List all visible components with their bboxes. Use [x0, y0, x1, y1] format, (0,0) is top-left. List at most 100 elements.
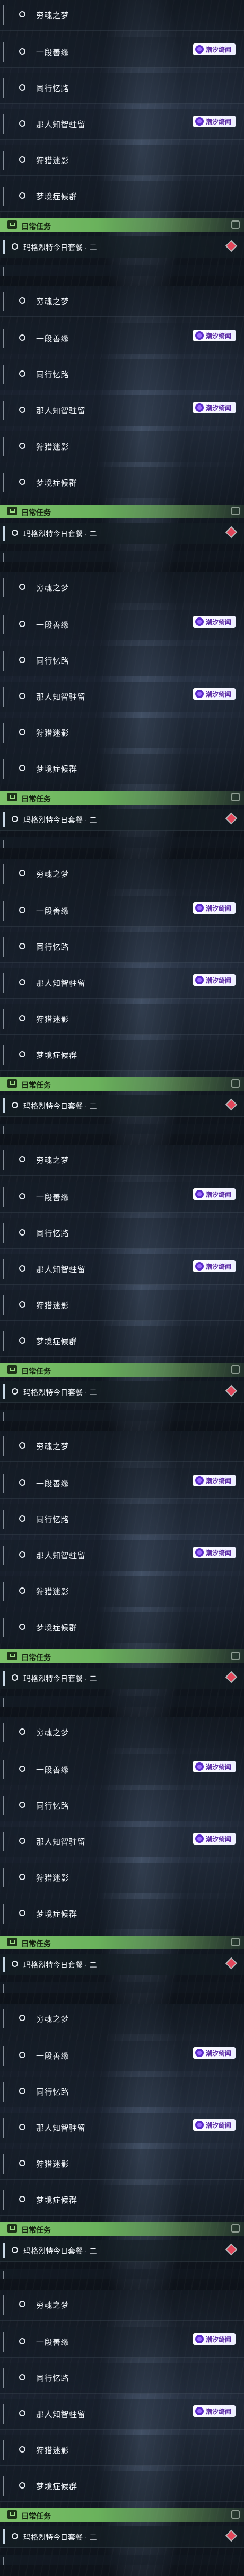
- tidal-tale-icon: [195, 403, 204, 412]
- quest-list-item[interactable]: 狩猎迷影: [0, 718, 244, 748]
- daily-section-header[interactable]: 日常任务: [0, 2222, 244, 2236]
- quest-list-item[interactable]: 梦境症候群: [0, 1899, 244, 1929]
- daily-section-header[interactable]: 日常任务: [0, 1649, 244, 1663]
- quest-list-item[interactable]: 一段善缘 潮汐绮闻: [0, 2327, 244, 2358]
- quest-list-item[interactable]: 狩猎迷影: [0, 2435, 244, 2466]
- quest-list-item[interactable]: 那人知智驻留 潮汐绮闻: [0, 1540, 244, 1571]
- quest-list-item[interactable]: 穷魂之梦: [0, 2290, 244, 2321]
- quest-list-item[interactable]: 同行忆路: [0, 1504, 244, 1535]
- quest-list-item[interactable]: 一段善缘 潮汐绮闻: [0, 1754, 244, 1785]
- row-tick: [3, 365, 4, 384]
- daily-section-header[interactable]: 日常任务: [0, 791, 244, 805]
- quest-list-item[interactable]: 梦境症候群: [0, 1326, 244, 1357]
- quest-ring-icon: [12, 1102, 18, 1108]
- quest-list-item[interactable]: 穷魂之梦: [0, 1717, 244, 1748]
- quest-list-item[interactable]: 那人知智驻留 潮汐绮闻: [0, 1827, 244, 1857]
- daily-quest-item[interactable]: 玛格烈特今日套餐 · 二: [0, 1381, 244, 1403]
- quest-list-item[interactable]: 一段善缘 潮汐绮闻: [0, 610, 244, 640]
- collapse-icon[interactable]: [231, 793, 240, 801]
- quest-list-item[interactable]: 那人知智驻留 潮汐绮闻: [0, 2113, 244, 2143]
- quest-list-item[interactable]: 同行忆路: [0, 2077, 244, 2107]
- daily-quest-item[interactable]: 玛格烈特今日套餐 · 二: [0, 1668, 244, 1689]
- quest-list-item[interactable]: 梦境症候群: [0, 2471, 244, 2502]
- daily-quest-item[interactable]: 玛格烈特今日套餐 · 二: [0, 523, 244, 544]
- quest-list-item[interactable]: 一段善缘 潮汐绮闻: [0, 896, 244, 927]
- daily-section-header[interactable]: 日常任务: [0, 1936, 244, 1949]
- quest-list-item[interactable]: 狩猎迷影: [0, 1290, 244, 1321]
- daily-quest-item[interactable]: 玛格烈特今日套餐 · 二: [0, 2526, 244, 2548]
- quest-list-item[interactable]: 一段善缘 潮汐绮闻: [0, 37, 244, 68]
- collapse-icon[interactable]: [231, 2510, 240, 2519]
- quest-list-item[interactable]: 那人知智驻留 潮汐绮闻: [0, 1254, 244, 1285]
- quest-list-item[interactable]: 梦境症候群: [0, 181, 244, 212]
- row-tick: [3, 1295, 4, 1315]
- collapse-icon[interactable]: [231, 220, 240, 229]
- quest-list-item[interactable]: 穷魂之梦: [0, 286, 244, 317]
- quest-list-item[interactable]: 同行忆路: [0, 646, 244, 676]
- quest-list-item[interactable]: 狩猎迷影: [0, 431, 244, 462]
- quest-list-item[interactable]: 那人知智驻留 潮汐绮闻: [0, 395, 244, 426]
- daily-quest-item[interactable]: 玛格烈特今日套餐 · 二: [0, 236, 244, 258]
- quest-list-item[interactable]: 梦境症候群: [0, 2185, 244, 2216]
- quest-list-item[interactable]: 穷魂之梦: [0, 572, 244, 603]
- collapse-icon[interactable]: [231, 1079, 240, 1088]
- collapse-icon[interactable]: [231, 1938, 240, 1946]
- quest-list-item[interactable]: 一段善缘 潮汐绮闻: [0, 1182, 244, 1213]
- row-tick: [3, 1045, 4, 1065]
- quest-list-item[interactable]: 穷魂之梦: [0, 1145, 244, 1176]
- quest-list-item[interactable]: 狩猎迷影: [0, 1863, 244, 1893]
- quest-list-item[interactable]: 狩猎迷影: [0, 145, 244, 176]
- quest-list-item[interactable]: 穷魂之梦: [0, 1431, 244, 1462]
- quest-page: 穷魂之梦 一段善缘 潮汐绮闻 同行忆路 那人知智驻留 潮汐绮闻 狩猎迷影 梦境症候群 日常任务玛…: [0, 0, 244, 2576]
- quest-list-item[interactable]: 同行忆路: [0, 359, 244, 390]
- quest-list-item[interactable]: 那人知智驻留 潮汐绮闻: [0, 968, 244, 999]
- daily-section-header[interactable]: 日常任务: [0, 218, 244, 232]
- daily-quest-item[interactable]: 玛格烈特今日套餐 · 二: [0, 2240, 244, 2262]
- quest-list-item[interactable]: 那人知智驻留 潮汐绮闻: [0, 2399, 244, 2430]
- quest-list-item[interactable]: 狩猎迷影: [0, 1004, 244, 1035]
- quest-list-item[interactable]: 梦境症候群: [0, 754, 244, 784]
- collapse-icon[interactable]: [231, 507, 240, 515]
- daily-section-header[interactable]: 日常任务: [0, 1077, 244, 1091]
- quest-list-item[interactable]: 狩猎迷影: [0, 2149, 244, 2180]
- list-continuation: [0, 1696, 244, 1707]
- quest-list-item[interactable]: 一段善缘 潮汐绮闻: [0, 1468, 244, 1499]
- daily-section-header[interactable]: 日常任务: [0, 2508, 244, 2522]
- badge-label: 潮汐绮闻: [205, 2049, 231, 2057]
- quest-label: 那人知智驻留: [36, 1265, 86, 1274]
- quest-list-item[interactable]: 同行忆路: [0, 73, 244, 104]
- daily-quest-item[interactable]: 玛格烈特今日套餐 · 二: [0, 1095, 244, 1117]
- daily-quest-item[interactable]: 玛格烈特今日套餐 · 二: [0, 809, 244, 831]
- quest-list-item[interactable]: 一段善缘 潮汐绮闻: [0, 2041, 244, 2071]
- quest-label: 同行忆路: [36, 2088, 69, 2097]
- quest-list-item[interactable]: 同行忆路: [0, 1790, 244, 1821]
- quest-list-item[interactable]: 狩猎迷影: [0, 1576, 244, 1607]
- quest-list-item[interactable]: 那人知智驻留 潮汐绮闻: [0, 109, 244, 140]
- row-tick: [3, 1868, 4, 1887]
- quest-ring-icon: [19, 693, 25, 699]
- quest-list-item[interactable]: 那人知智驻留 潮汐绮闻: [0, 682, 244, 712]
- collapse-icon[interactable]: [231, 2224, 240, 2233]
- quest-list-item[interactable]: 梦境症候群: [0, 467, 244, 498]
- daily-section-header[interactable]: 日常任务: [0, 505, 244, 518]
- list-continuation: [0, 1410, 244, 1421]
- quest-label: 梦境症候群: [36, 1910, 77, 1919]
- daily-quest-item[interactable]: 玛格烈特今日套餐 · 二: [0, 1954, 244, 1975]
- collapse-icon[interactable]: [231, 1652, 240, 1660]
- tidal-tale-icon: [195, 2121, 204, 2129]
- quest-list-item[interactable]: 同行忆路: [0, 2363, 244, 2394]
- collapse-icon[interactable]: [231, 1365, 240, 1374]
- quest-list-item[interactable]: 梦境症候群: [0, 1612, 244, 1643]
- daily-section-header[interactable]: 日常任务: [0, 1363, 244, 1377]
- list-continuation: [0, 837, 244, 848]
- quest-list-item[interactable]: 同行忆路: [0, 1218, 244, 1249]
- quest-list-item[interactable]: 梦境症候群: [0, 1040, 244, 1071]
- quest-ring-icon: [19, 943, 25, 949]
- quest-list-item[interactable]: 穷魂之梦: [0, 0, 244, 31]
- quest-list-item[interactable]: 穷魂之梦: [0, 2004, 244, 2034]
- quest-label: 同行忆路: [36, 84, 69, 93]
- quest-list-item[interactable]: 一段善缘 潮汐绮闻: [0, 323, 244, 354]
- quest-list-item[interactable]: 穷魂之梦: [0, 859, 244, 889]
- quest-list-item[interactable]: 同行忆路: [0, 932, 244, 963]
- track-marker-icon: [226, 1672, 236, 1682]
